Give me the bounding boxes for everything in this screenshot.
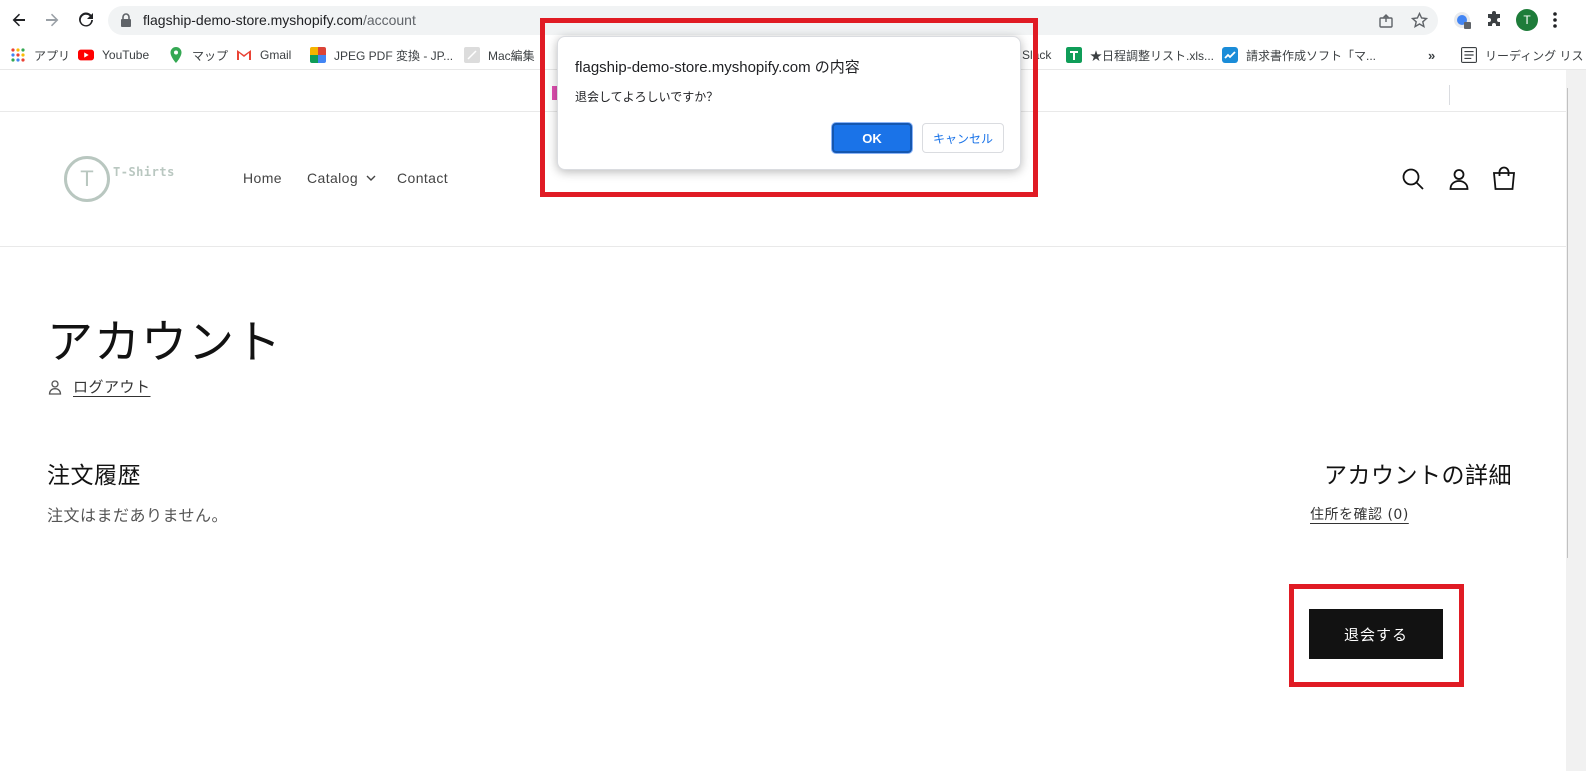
- bookmarks-divider: [1449, 85, 1450, 105]
- bookmark-apps[interactable]: アプリ: [10, 46, 70, 64]
- extensions-puzzle-icon[interactable]: [1482, 8, 1506, 32]
- apps-grid-icon: [11, 48, 25, 62]
- invoice-app-icon: [1222, 47, 1238, 63]
- maps-pin-icon: [170, 47, 182, 63]
- nav-catalog[interactable]: Catalog: [307, 170, 376, 186]
- url-text: flagship-demo-store.myshopify.com/accoun…: [143, 12, 416, 28]
- bookmark-mac[interactable]: Mac編集: [464, 46, 535, 64]
- share-icon[interactable]: [1378, 13, 1394, 29]
- header-divider: [0, 246, 1566, 247]
- account-icon[interactable]: [1446, 166, 1472, 192]
- page-scrollbar[interactable]: [1566, 70, 1586, 771]
- gmail-icon: [237, 50, 251, 60]
- dialog-highlight: [540, 18, 1038, 197]
- user-icon: [48, 379, 62, 395]
- profile-avatar[interactable]: T: [1516, 9, 1538, 31]
- search-icon[interactable]: [1400, 166, 1426, 192]
- bookmark-label: YouTube: [102, 48, 150, 62]
- reload-icon[interactable]: [74, 8, 98, 32]
- lock-icon: [121, 13, 131, 27]
- bookmark-label: JPEG PDF 変換 - JP...: [334, 48, 454, 63]
- chevron-down-icon: [366, 175, 376, 181]
- bookmark-label: Gmail: [260, 48, 292, 62]
- bookmark-label: 請求書作成ソフト「マ...: [1246, 48, 1377, 63]
- bookmarks-overflow-button[interactable]: »: [1428, 46, 1435, 64]
- account-details-title: アカウントの詳細: [1324, 463, 1512, 489]
- url-path: /account: [362, 12, 416, 28]
- cart-icon[interactable]: [1491, 166, 1517, 192]
- store-logo-text[interactable]: T-Shirts: [113, 165, 175, 179]
- bookmark-label: Mac編集: [488, 48, 535, 63]
- bookmark-label: ★日程調整リスト.xls...: [1090, 48, 1215, 63]
- view-addresses-link[interactable]: 住所を確認 (0): [1310, 504, 1409, 524]
- logout-label: ログアウト: [73, 378, 151, 396]
- logout-link[interactable]: ログアウト: [47, 376, 151, 397]
- extension-g-icon[interactable]: [1450, 8, 1474, 32]
- order-history-empty-text: 注文はまだありません。: [47, 506, 229, 525]
- bookmark-label: マップ: [192, 48, 229, 63]
- bookmark-schedule[interactable]: ★日程調整リスト.xls...: [1066, 46, 1214, 64]
- nav-catalog-label: Catalog: [307, 170, 359, 186]
- bookmark-invoice[interactable]: 請求書作成ソフト「マ...: [1222, 46, 1376, 64]
- scrollbar-thumb[interactable]: [1567, 88, 1568, 558]
- browser-menu-icon[interactable]: [1552, 10, 1558, 30]
- forward-icon[interactable]: [40, 8, 64, 32]
- bookmark-maps[interactable]: マップ: [168, 46, 228, 64]
- nav-contact[interactable]: Contact: [397, 170, 448, 186]
- reading-list-button[interactable]: リーディング リスト: [1461, 46, 1586, 64]
- sheets-icon: [1066, 47, 1082, 63]
- youtube-icon: [78, 49, 94, 61]
- bookmark-gmail[interactable]: Gmail: [236, 46, 291, 64]
- reading-list-label: リーディング リスト: [1485, 48, 1586, 63]
- bookmark-youtube[interactable]: YouTube: [78, 46, 149, 64]
- withdraw-button-highlight: [1289, 584, 1464, 687]
- page-title: アカウント: [47, 315, 282, 369]
- order-history-title: 注文履歴: [47, 463, 141, 489]
- nav-home[interactable]: Home: [243, 170, 282, 186]
- mac-edit-icon: [464, 47, 480, 63]
- jpeg-pdf-icon: [310, 47, 326, 63]
- reading-list-icon: [1461, 47, 1477, 63]
- url-host: flagship-demo-store.myshopify.com: [143, 12, 363, 28]
- back-icon[interactable]: [7, 8, 31, 32]
- store-logo[interactable]: T: [64, 156, 110, 202]
- bookmark-jpeg-pdf[interactable]: JPEG PDF 変換 - JP...: [310, 46, 453, 64]
- bookmark-star-icon[interactable]: [1411, 12, 1428, 29]
- logo-letter: T: [80, 166, 94, 191]
- bookmark-label: アプリ: [34, 48, 71, 63]
